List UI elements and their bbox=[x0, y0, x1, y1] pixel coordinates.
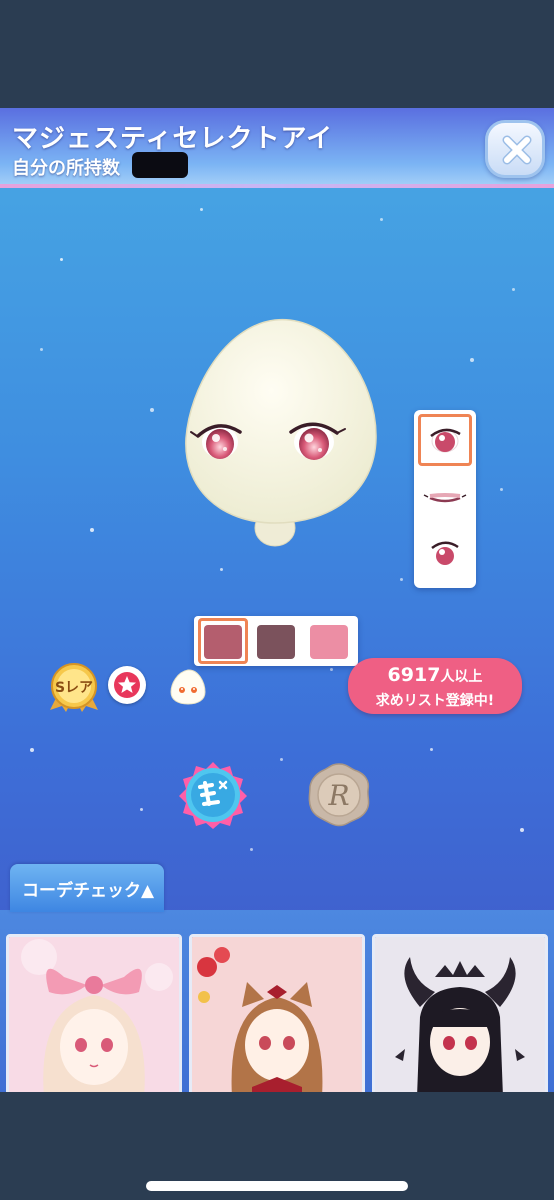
rarity-badge: Sレア bbox=[50, 663, 98, 712]
eye-variant-closed[interactable] bbox=[418, 472, 472, 524]
wish-status: 求めリスト登録中! bbox=[375, 693, 495, 709]
svg-text:Sレア: Sレア bbox=[55, 680, 93, 696]
color-swatch-3[interactable] bbox=[310, 625, 348, 659]
redaction-mark bbox=[132, 152, 188, 178]
item-detail-window: マジェスティセレクトアイ 自分の所持数 Sレア 6917人以上 求めリスト登録中… bbox=[0, 108, 554, 1092]
eye-variant-alt[interactable] bbox=[418, 528, 472, 580]
wish-count: 6917人以上 bbox=[387, 664, 483, 686]
coordinate-card-3[interactable] bbox=[372, 934, 548, 1092]
title-bar: マジェスティセレクトアイ 自分の所持数 bbox=[0, 108, 554, 188]
edit-badge-button[interactable] bbox=[178, 760, 248, 830]
reward-seal-button[interactable]: R bbox=[304, 760, 374, 830]
coordinate-card-2[interactable] bbox=[189, 934, 365, 1092]
color-selector bbox=[194, 616, 358, 666]
eye-variant-open[interactable] bbox=[418, 414, 472, 466]
eye-variant-panel bbox=[414, 410, 476, 588]
close-button[interactable] bbox=[485, 120, 545, 178]
item-title: マジェスティセレクトアイ bbox=[12, 124, 334, 154]
status-area bbox=[0, 0, 554, 108]
coordinate-card-1[interactable] bbox=[6, 934, 182, 1092]
coordinate-check-tab[interactable]: コーデチェック▲ bbox=[10, 864, 164, 912]
seal-r-icon: R bbox=[327, 779, 349, 812]
owned-count-label: 自分の所持数 bbox=[12, 158, 120, 179]
star-icon bbox=[114, 672, 140, 698]
color-swatch-1[interactable] bbox=[204, 625, 242, 659]
mascot-icon[interactable] bbox=[168, 668, 208, 706]
close-icon bbox=[502, 135, 532, 165]
color-swatch-2[interactable] bbox=[257, 625, 295, 659]
wish-list-badge[interactable]: 6917人以上 求めリスト登録中! bbox=[348, 658, 522, 714]
face-preview bbox=[185, 319, 377, 547]
home-indicator[interactable] bbox=[146, 1181, 408, 1191]
favorite-button[interactable] bbox=[108, 666, 146, 704]
